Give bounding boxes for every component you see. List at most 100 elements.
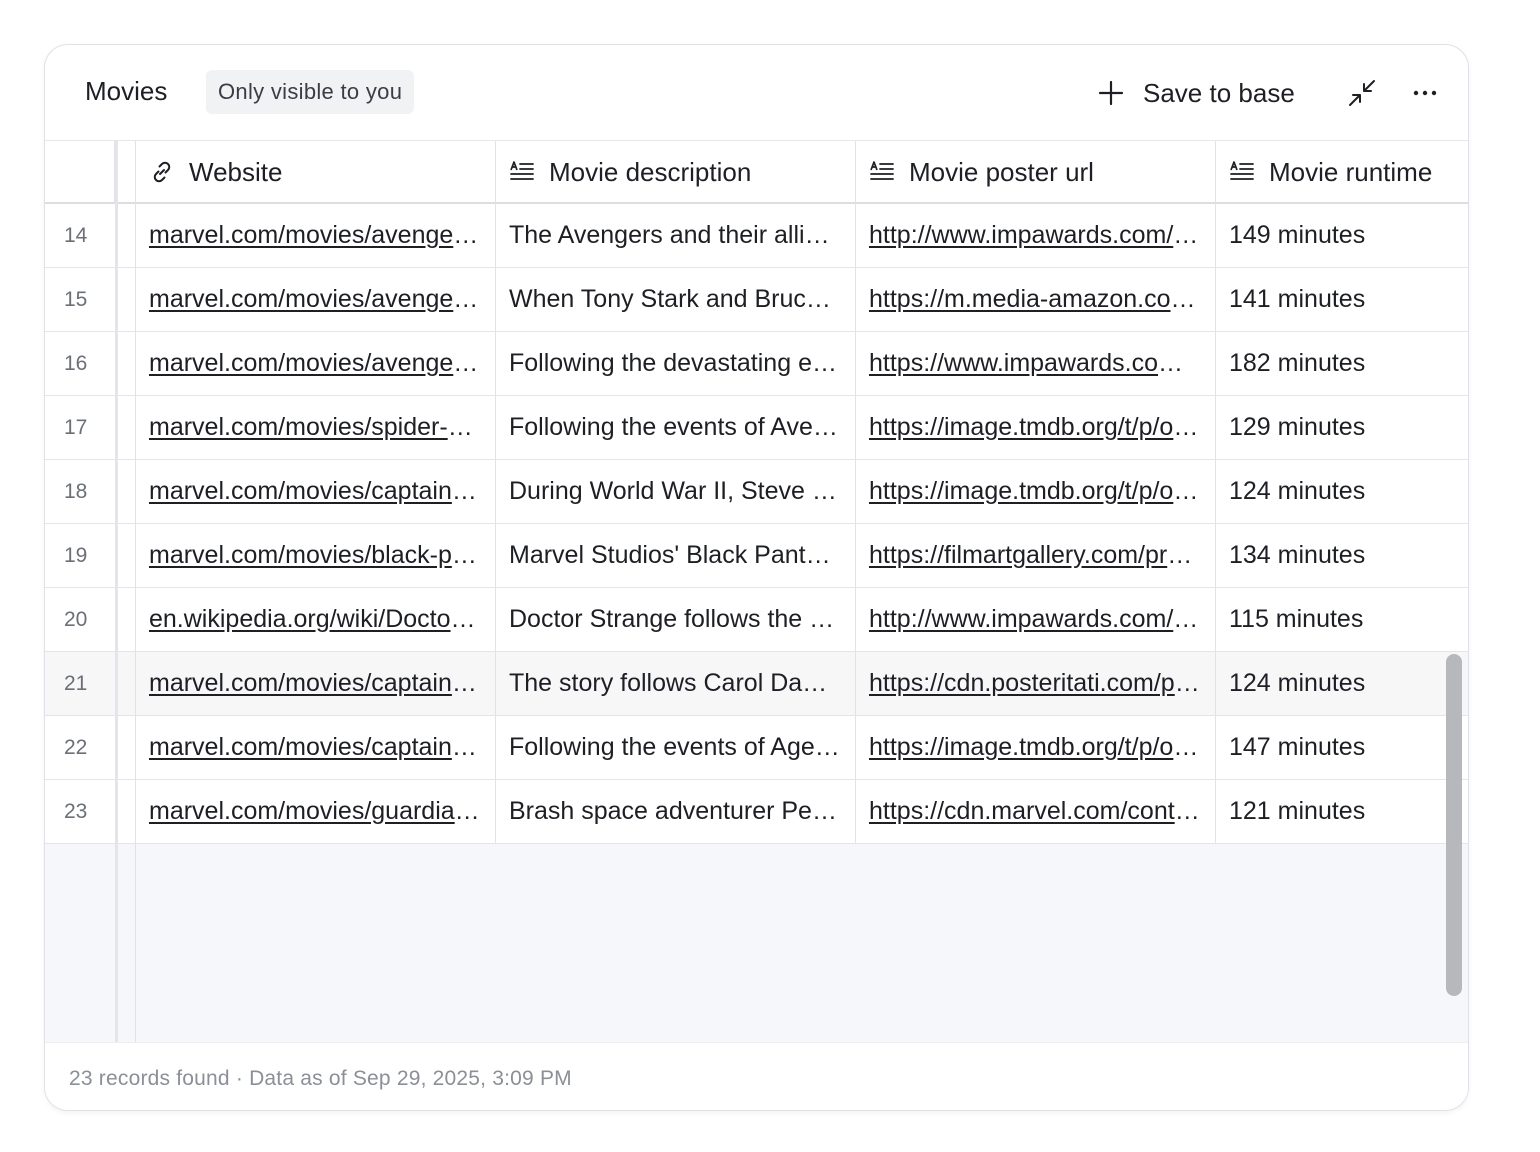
runtime-cell[interactable]: 129 minutes <box>1216 396 1468 459</box>
runtime-cell[interactable]: 141 minutes <box>1216 268 1468 331</box>
long-text-icon <box>870 161 894 180</box>
website-cell[interactable]: marvel.com/movies/captain-america-the-fi… <box>136 460 496 523</box>
plus-icon <box>1098 80 1124 106</box>
poster-url-cell[interactable]: https://m.media-amazon.com/images/M/post… <box>856 268 1216 331</box>
vertical-scrollbar-thumb[interactable] <box>1446 654 1462 996</box>
row-number: 14 <box>64 223 88 247</box>
website-link[interactable]: marvel.com/movies/guardians-of-the-galax… <box>149 797 481 826</box>
website-link[interactable]: marvel.com/movies/captain-america-civil-… <box>149 733 481 762</box>
description-cell[interactable]: Following the events of Age of Ultron <box>496 716 856 779</box>
table-row[interactable]: 22 marvel.com/movies/captain-america-civ… <box>45 716 1468 780</box>
description-cell[interactable]: Doctor Strange follows the story of Step… <box>496 588 856 651</box>
website-link[interactable]: marvel.com/movies/avengers-endgame <box>149 349 481 378</box>
poster-url-cell[interactable]: https://image.tmdb.org/t/p/original/post… <box>856 396 1216 459</box>
row-number: 22 <box>64 735 88 759</box>
website-cell[interactable]: marvel.com/movies/captain-america-civil-… <box>136 716 496 779</box>
runtime-cell[interactable]: 115 minutes <box>1216 588 1468 651</box>
table-row[interactable]: 21 marvel.com/movies/captain-marvel The … <box>45 652 1468 716</box>
poster-url-link[interactable]: https://m.media-amazon.com/images/M/post… <box>869 285 1201 314</box>
runtime-cell[interactable]: 121 minutes <box>1216 780 1468 843</box>
table-row[interactable]: 16 marvel.com/movies/avengers-endgame Fo… <box>45 332 1468 396</box>
runtime-text: 141 minutes <box>1229 285 1366 313</box>
card-header: Movies Only visible to you Save to base <box>45 45 1468 140</box>
table-row[interactable]: 17 marvel.com/movies/spider-man-far-from… <box>45 396 1468 460</box>
column-label-movie-poster-url: Movie poster url <box>909 156 1094 187</box>
table-title: Movies <box>85 76 168 106</box>
website-link[interactable]: marvel.com/movies/black-panther <box>149 541 481 570</box>
runtime-text: 182 minutes <box>1229 349 1366 377</box>
link-icon <box>153 161 171 183</box>
description-cell[interactable]: The story follows Carol Danvers <box>496 652 856 715</box>
table-row[interactable]: 18 marvel.com/movies/captain-america-the… <box>45 460 1468 524</box>
table-row[interactable]: 15 marvel.com/movies/avengers-infinity-w… <box>45 268 1468 332</box>
poster-url-cell[interactable]: https://image.tmdb.org/t/p/original/post… <box>856 460 1216 523</box>
website-link[interactable]: marvel.com/movies/avengers-infinity-war <box>149 285 481 314</box>
poster-url-link[interactable]: https://filmartgallery.com/products/blac… <box>869 541 1201 570</box>
description-cell[interactable]: During World War II, Steve Rogers <box>496 460 856 523</box>
runtime-cell[interactable]: 147 minutes <box>1216 716 1468 779</box>
poster-url-cell[interactable]: https://cdn.marvel.com/content/poster.jp… <box>856 780 1216 843</box>
row-number: 23 <box>64 799 88 823</box>
description-cell[interactable]: The Avengers and their allies must assem… <box>496 204 856 267</box>
save-to-base-button[interactable]: Save to base <box>1097 69 1295 117</box>
table-row[interactable]: 14 marvel.com/movies/avengers-age-of-ult… <box>45 204 1468 268</box>
poster-url-link[interactable]: http://www.impawards.com/2015/avengers_a… <box>869 221 1201 250</box>
website-link[interactable]: marvel.com/movies/avengers-age-of-ultron <box>149 221 481 250</box>
website-link[interactable]: marvel.com/movies/captain-marvel <box>149 669 481 698</box>
column-header-movie-description[interactable]: Movie description <box>496 141 856 203</box>
website-cell[interactable]: marvel.com/movies/avengers-endgame <box>136 332 496 395</box>
column-header-website[interactable]: Website <box>136 141 496 203</box>
website-cell[interactable]: marvel.com/movies/black-panther <box>136 524 496 587</box>
table-row[interactable]: 19 marvel.com/movies/black-panther Marve… <box>45 524 1468 588</box>
poster-url-link[interactable]: https://cdn.marvel.com/content/poster.jp… <box>869 797 1201 826</box>
website-cell[interactable]: marvel.com/movies/captain-marvel <box>136 652 496 715</box>
runtime-cell[interactable]: 124 minutes <box>1216 652 1468 715</box>
more-options-button[interactable] <box>1411 79 1439 107</box>
description-cell[interactable]: Following the events of Avengers: Endgam… <box>496 396 856 459</box>
row-number: 20 <box>64 607 88 631</box>
runtime-cell[interactable]: 149 minutes <box>1216 204 1468 267</box>
frozen-column-gap <box>118 140 136 1042</box>
table-row[interactable]: 23 marvel.com/movies/guardians-of-the-ga… <box>45 780 1468 844</box>
poster-url-link[interactable]: https://cdn.posteritati.com/posters/capt… <box>869 669 1201 698</box>
poster-url-link[interactable]: http://www.impawards.com/2016/doctor_str… <box>869 605 1201 634</box>
row-number: 16 <box>64 351 88 375</box>
website-cell[interactable]: marvel.com/movies/spider-man-far-from-ho… <box>136 396 496 459</box>
runtime-cell[interactable]: 124 minutes <box>1216 460 1468 523</box>
description-cell[interactable]: Brash space adventurer Peter Quill <box>496 780 856 843</box>
description-cell[interactable]: Following the devastating events of Aven… <box>496 332 856 395</box>
website-cell[interactable]: marvel.com/movies/avengers-infinity-war <box>136 268 496 331</box>
website-cell[interactable]: marvel.com/movies/avengers-age-of-ultron <box>136 204 496 267</box>
description-text: Following the devastating events of Aven… <box>509 349 841 377</box>
runtime-cell[interactable]: 182 minutes <box>1216 332 1468 395</box>
description-text: Doctor Strange follows the story of Step… <box>509 605 841 633</box>
runtime-cell[interactable]: 134 minutes <box>1216 524 1468 587</box>
collapse-button[interactable] <box>1348 79 1376 107</box>
website-cell[interactable]: en.wikipedia.org/wiki/Doctor_Strange <box>136 588 496 651</box>
table-row[interactable]: 20 en.wikipedia.org/wiki/Doctor_Strange … <box>45 588 1468 652</box>
column-header-movie-runtime[interactable]: Movie runtime <box>1216 141 1468 203</box>
row-number: 21 <box>64 671 88 695</box>
poster-url-cell[interactable]: https://cdn.posteritati.com/posters/capt… <box>856 652 1216 715</box>
runtime-text: 124 minutes <box>1229 669 1366 697</box>
poster-url-cell[interactable]: https://image.tmdb.org/t/p/original/post… <box>856 716 1216 779</box>
poster-url-cell[interactable]: http://www.impawards.com/2016/doctor_str… <box>856 588 1216 651</box>
description-cell[interactable]: Marvel Studios' Black Panther follows T'… <box>496 524 856 587</box>
website-cell[interactable]: marvel.com/movies/guardians-of-the-galax… <box>136 780 496 843</box>
poster-url-link[interactable]: https://image.tmdb.org/t/p/original/post… <box>869 733 1201 762</box>
website-link[interactable]: en.wikipedia.org/wiki/Doctor_Strange <box>149 605 481 634</box>
column-header-movie-poster-url[interactable]: Movie poster url <box>856 141 1216 203</box>
description-cell[interactable]: When Tony Stark and Bruce Banner try to … <box>496 268 856 331</box>
poster-url-link[interactable]: https://image.tmdb.org/t/p/original/post… <box>869 413 1201 442</box>
website-link[interactable]: marvel.com/movies/captain-america-the-fi… <box>149 477 481 506</box>
poster-url-link[interactable]: https://www.impawards.com/2019/avengers_… <box>869 349 1201 378</box>
poster-url-cell[interactable]: http://www.impawards.com/2015/avengers_a… <box>856 204 1216 267</box>
poster-url-cell[interactable]: https://www.impawards.com/2019/avengers_… <box>856 332 1216 395</box>
runtime-text: 129 minutes <box>1229 413 1366 441</box>
poster-url-link[interactable]: https://image.tmdb.org/t/p/original/post… <box>869 477 1201 506</box>
website-link[interactable]: marvel.com/movies/spider-man-far-from-ho… <box>149 413 481 442</box>
column-label-movie-runtime: Movie runtime <box>1269 156 1433 187</box>
data-grid: Website Movie description Movie poster u… <box>45 140 1468 1042</box>
runtime-text: 134 minutes <box>1229 541 1366 569</box>
poster-url-cell[interactable]: https://filmartgallery.com/products/blac… <box>856 524 1216 587</box>
